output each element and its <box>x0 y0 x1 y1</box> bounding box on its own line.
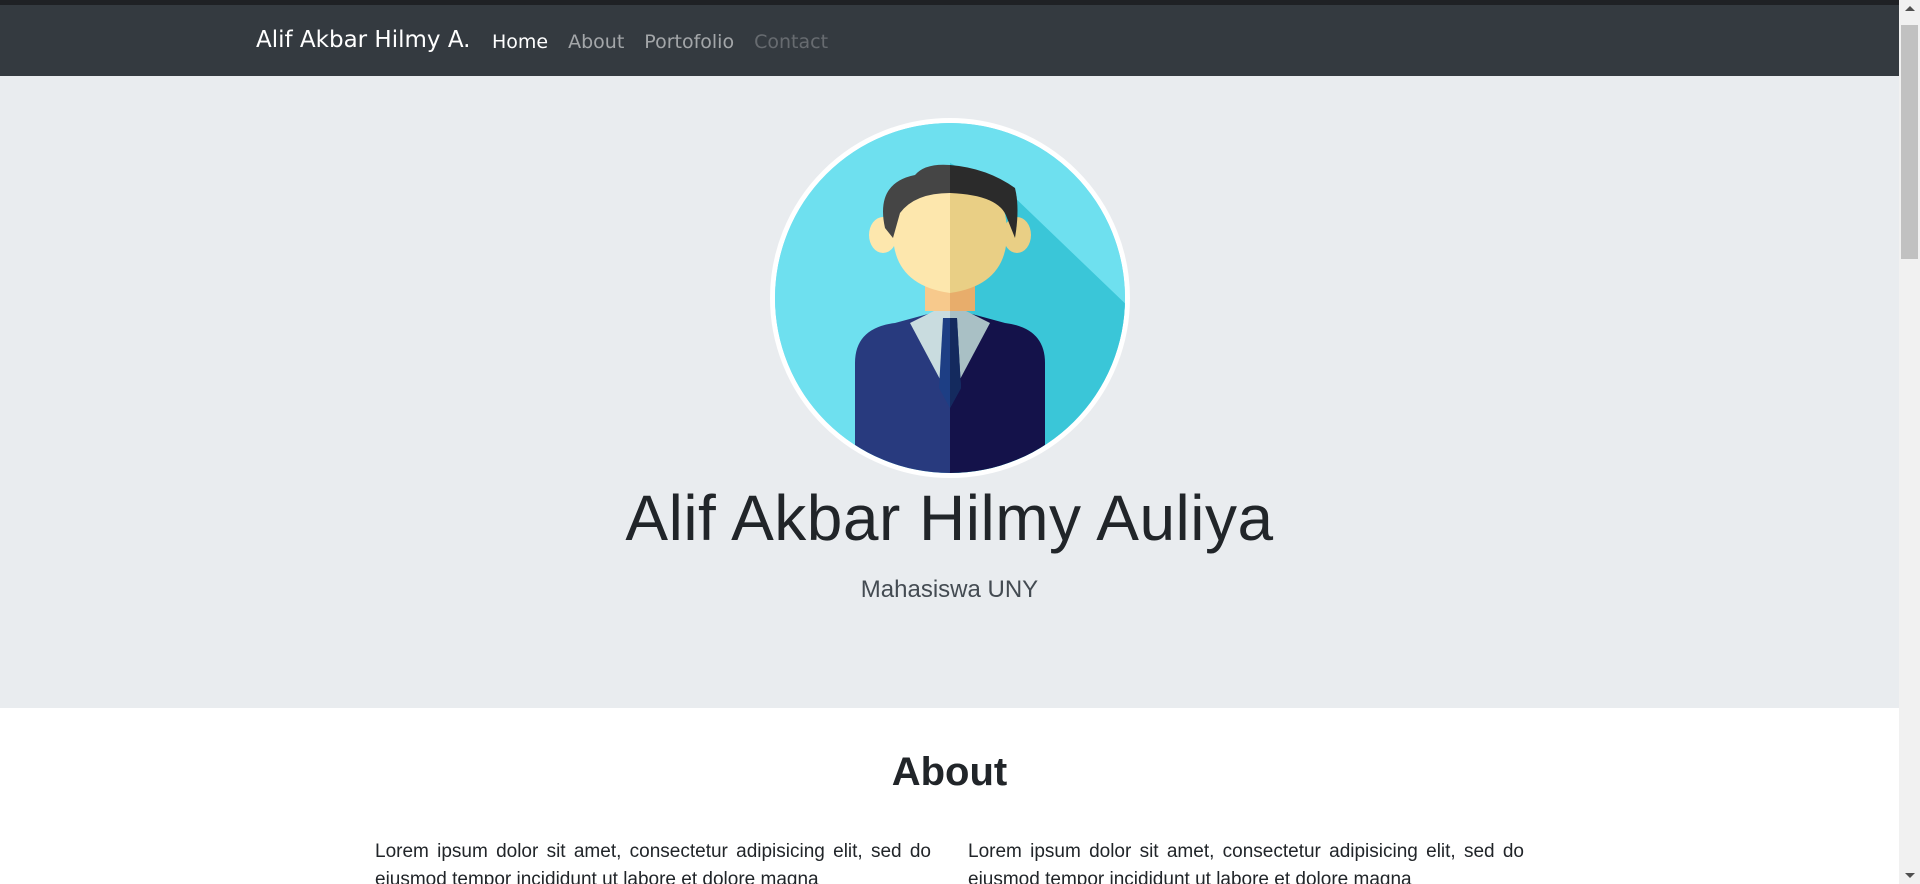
nav-link-contact: Contact <box>754 31 829 53</box>
page: Alif Akbar Hilmy A. Home About Portofoli… <box>0 0 1899 884</box>
scroll-down-arrow-icon[interactable] <box>1899 867 1920 884</box>
nav-links: Home About Portofolio Contact <box>492 31 828 53</box>
navbar-brand[interactable]: Alif Akbar Hilmy A. <box>256 27 470 53</box>
scroll-up-arrow-icon[interactable] <box>1899 0 1920 17</box>
nav-link-portofolio[interactable]: Portofolio <box>644 31 734 53</box>
about-paragraph-right: Lorem ipsum dolor sit amet, consectetur … <box>968 841 1524 884</box>
about-title: About <box>891 750 1008 794</box>
hero-subtitle: Mahasiswa UNY <box>860 576 1039 603</box>
navbar: Alif Akbar Hilmy A. Home About Portofoli… <box>0 5 1899 76</box>
vertical-scrollbar[interactable] <box>1899 0 1920 884</box>
nav-link-about[interactable]: About <box>568 31 624 53</box>
about-paragraph-left: Lorem ipsum dolor sit amet, consectetur … <box>375 841 931 884</box>
nav-link-home[interactable]: Home <box>492 31 548 53</box>
scrollbar-thumb[interactable] <box>1901 25 1918 259</box>
jumbotron: Alif Akbar Hilmy Auliya Mahasiswa UNY <box>0 76 1899 708</box>
hero-name: Alif Akbar Hilmy Auliya <box>625 482 1274 554</box>
businessman-avatar-icon <box>770 118 1130 478</box>
